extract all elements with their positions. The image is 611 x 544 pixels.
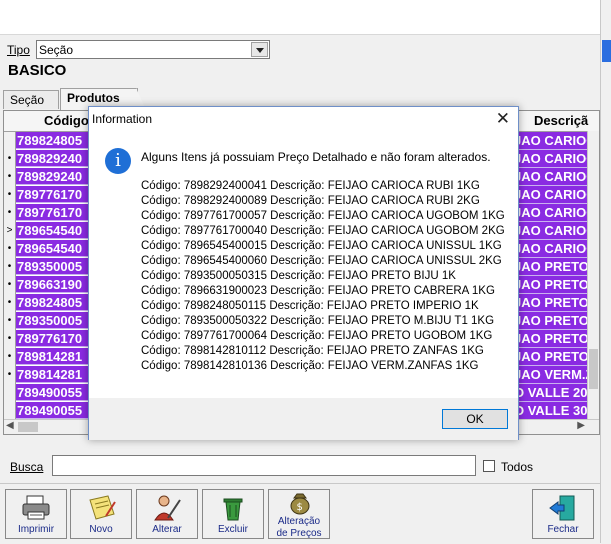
description-cell[interactable]: JAO PRETO (514, 258, 591, 276)
right-scroll-strip[interactable] (600, 0, 611, 543)
row-indicator: • (4, 258, 16, 276)
row-indicator: • (4, 276, 16, 294)
fechar-button[interactable]: Fechar (532, 489, 594, 539)
imprimir-label: Imprimir (17, 524, 55, 535)
description-cell[interactable]: JAO PRETO (514, 312, 591, 330)
header-description[interactable]: Descriçã (534, 113, 588, 128)
ok-button[interactable]: OK (442, 409, 508, 429)
trash-icon (223, 498, 243, 521)
todos-label[interactable]: Todos (501, 460, 533, 474)
description-cell[interactable]: JAO PRETO (514, 276, 591, 294)
grid-vertical-scrollbar[interactable] (587, 131, 599, 421)
dialog-item-line: Código: 7897761700057 Descrição: FEIJAO … (141, 210, 505, 222)
description-cell[interactable]: JAO VERM.Z (514, 366, 591, 384)
novo-label: Novo (89, 524, 113, 535)
grid-horizontal-scroll-thumb[interactable] (18, 422, 38, 432)
description-cell[interactable]: JAO CARIOC (514, 132, 591, 150)
dialog-item-line: Código: 7896545400015 Descrição: FEIJAO … (141, 240, 502, 252)
row-indicator: • (4, 294, 16, 312)
description-cell[interactable]: JAO CARIOC (514, 204, 591, 222)
edit-user-icon (154, 495, 181, 521)
search-label: Busca (10, 460, 44, 474)
dialog-message: Alguns Itens já possuiam Preço Detalhado… (141, 150, 491, 164)
excluir-label: Excluir (217, 524, 248, 535)
alterar-button[interactable]: Alterar (136, 489, 198, 539)
chevron-down-icon[interactable] (251, 42, 268, 57)
tipo-label: Tipo (7, 43, 30, 57)
description-cell[interactable]: JAO CARIOC (514, 168, 591, 186)
printer-icon (22, 495, 50, 520)
description-cell[interactable]: O VALLE 30 (514, 402, 591, 420)
dialog-item-line: Código: 7896631900023 Descrição: FEIJAO … (141, 285, 495, 297)
imprimir-button[interactable]: Imprimir (5, 489, 67, 539)
header-code[interactable]: Código (44, 113, 89, 128)
dialog-item-line: Código: 7897761700040 Descrição: FEIJAO … (141, 225, 505, 237)
row-indicator: • (4, 312, 16, 330)
right-scroll-accent (602, 40, 611, 62)
dialog-item-line: Código: 7898292400041 Descrição: FEIJAO … (141, 180, 480, 192)
dialog-item-line: Código: 7896545400060 Descrição: FEIJAO … (141, 255, 502, 267)
dialog-item-line: Código: 7898248050115 Descrição: FEIJAO … (141, 300, 479, 312)
description-cell[interactable]: JAO CARIOC (514, 186, 591, 204)
scroll-left-icon[interactable]: ◀ (6, 420, 14, 431)
dialog-title: Information (92, 112, 153, 126)
dialog-item-line: Código: 7897761700064 Descrição: FEIJAO … (141, 330, 493, 342)
grid-vertical-scroll-thumb[interactable] (589, 349, 598, 389)
info-icon: i (105, 148, 131, 174)
description-cell[interactable]: JAO PRETO (514, 330, 591, 348)
scroll-right-icon[interactable]: ▶ (577, 420, 585, 431)
money-bag-icon: $ (290, 493, 310, 515)
exit-door-icon (549, 495, 575, 521)
alterar-label: Alterar (152, 524, 182, 535)
dialog-item-line: Código: 7898292400089 Descrição: FEIJAO … (141, 195, 480, 207)
row-indicator: • (4, 348, 16, 366)
dialog-item-line: Código: 7898142810136 Descrição: FEIJAO … (141, 360, 479, 372)
row-indicator: • (4, 186, 16, 204)
description-cell[interactable]: JAO CARIOC (514, 222, 591, 240)
top-divider (0, 34, 611, 35)
tab-secao[interactable]: Seção (3, 90, 59, 109)
row-indicator: • (4, 204, 16, 222)
description-cell[interactable]: JAO PRETO (514, 294, 591, 312)
description-cell[interactable]: O VALLE 20 (514, 384, 591, 402)
dialog-item-line: Código: 7893500050315 Descrição: FEIJAO … (141, 270, 456, 282)
toolbar: Imprimir Novo Alterar Excluir $ Alteraçã… (0, 483, 600, 544)
search-input[interactable] (52, 455, 476, 476)
row-indicator: > (4, 222, 16, 240)
information-dialog: Information ✕ i Alguns Itens já possuiam… (88, 106, 519, 440)
close-icon[interactable]: ✕ (496, 109, 510, 129)
row-indicator: • (4, 366, 16, 384)
row-indicator: • (4, 168, 16, 186)
row-indicator: • (4, 240, 16, 258)
description-cell[interactable]: JAO PRETO (514, 348, 591, 366)
alteracao-precos-button[interactable]: $ Alteração de Preços (268, 489, 330, 539)
alteracao-precos-label: Alteração de Preços (276, 516, 322, 539)
dialog-item-line: Código: 7898142810112 Descrição: FEIJAO … (141, 345, 484, 357)
dialog-item-line: Código: 7893500050322 Descrição: FEIJAO … (141, 315, 495, 327)
dialog-footer: OK (89, 398, 518, 440)
dialog-item-list: Código: 7898292400041 Descrição: FEIJAO … (141, 179, 505, 374)
group-title: BASICO (8, 62, 67, 79)
novo-button[interactable]: Novo (70, 489, 132, 539)
excluir-button[interactable]: Excluir (202, 489, 264, 539)
tipo-select-value: Seção (39, 43, 74, 57)
tipo-select[interactable]: Seção (36, 40, 270, 59)
row-indicator (4, 132, 16, 150)
description-cell[interactable]: JAO CARIOC (514, 240, 591, 258)
row-indicator: • (4, 150, 16, 168)
row-indicator: • (4, 330, 16, 348)
new-document-icon (89, 495, 116, 520)
dialog-titlebar: Information ✕ (89, 107, 518, 130)
top-panel (0, 0, 600, 34)
row-indicator (4, 384, 16, 402)
todos-checkbox[interactable] (483, 460, 495, 472)
fechar-label: Fechar (547, 524, 579, 535)
row-indicator (4, 402, 16, 420)
description-cell[interactable]: JAO CARIOC (514, 150, 591, 168)
svg-text:$: $ (297, 502, 303, 513)
dialog-body: i Alguns Itens já possuiam Preço Detalha… (89, 130, 518, 398)
